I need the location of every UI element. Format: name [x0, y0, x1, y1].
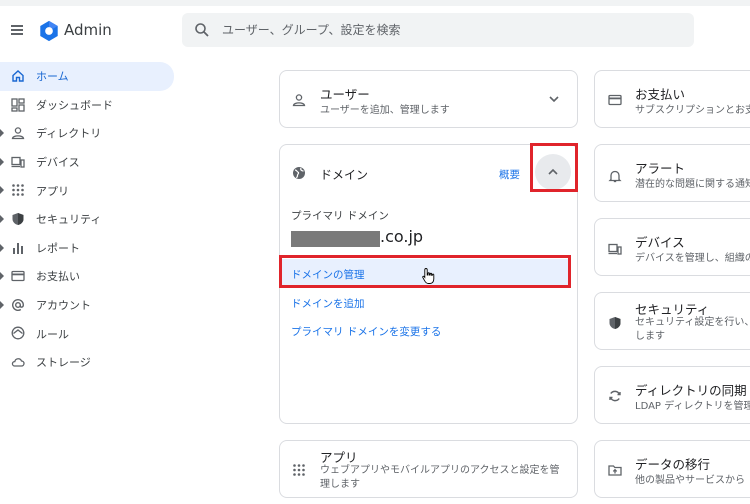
sidebar-item-label: ディレクトリ: [36, 127, 102, 141]
apps-grid-icon: [12, 184, 24, 197]
directory-sync-card-subtitle: LDAP ディレクトリを管理: [635, 401, 750, 412]
admin-logo-icon: [40, 20, 58, 42]
dashboard-icon: [11, 97, 25, 112]
sidebar-item-label: ホーム: [36, 70, 69, 84]
redacted-domain-name: [291, 231, 380, 247]
primary-domain-label: プライマリ ドメイン: [291, 210, 389, 222]
person-icon: [292, 94, 306, 107]
app-brand: Admin: [64, 21, 112, 39]
sidebar-item-devices[interactable]: デバイス: [0, 148, 180, 177]
sidebar-item-billing[interactable]: お支払い: [0, 262, 180, 291]
billing-card[interactable]: お支払い サブスクリプションとお支: [594, 70, 750, 128]
expand-caret-icon: [0, 272, 4, 281]
users-card-subtitle: ユーザーを追加、管理します: [320, 105, 450, 116]
bar-chart-icon: [13, 242, 23, 254]
credit-card-icon: [11, 271, 25, 282]
shield-icon: [12, 212, 24, 225]
home-icon: [12, 70, 24, 82]
at-icon: [12, 298, 25, 311]
change-primary-domain-link[interactable]: プライマリ ドメインを変更する: [291, 324, 441, 339]
sidebar-item-label: セキュリティ: [36, 213, 102, 227]
users-card[interactable]: ユーザー ユーザーを追加、管理します: [279, 70, 578, 128]
devices-icon: [608, 243, 622, 255]
search-bar[interactable]: [182, 13, 694, 47]
primary-domain-value: .co.jp: [380, 227, 424, 246]
chevron-down-icon[interactable]: [548, 93, 560, 105]
devices-card[interactable]: デバイス デバイスを管理し、組織の: [594, 218, 750, 276]
folder-upload-icon: [608, 465, 622, 476]
sidebar-item-label: アプリ: [36, 184, 69, 198]
sidebar-item-label: デバイス: [36, 156, 80, 170]
sync-icon: [609, 390, 621, 402]
security-card[interactable]: セキュリティ セキュリティ設定を行い、します: [594, 292, 750, 350]
expand-caret-icon: [0, 129, 4, 138]
add-domain-link[interactable]: ドメインを追加: [291, 296, 365, 311]
shield-icon: [609, 317, 621, 329]
highlight-manage-domains: [279, 255, 571, 288]
person-icon: [11, 127, 25, 140]
search-input[interactable]: [222, 21, 662, 39]
apps-card[interactable]: アプリ ウェブアプリやモバイルアプリのアクセスと設定を管理します: [279, 440, 578, 498]
data-migration-card-subtitle: 他の製品やサービスから: [635, 475, 745, 486]
expand-caret-icon: [0, 243, 4, 252]
globe-icon: [293, 167, 305, 179]
cloud-icon: [11, 358, 25, 367]
sidebar-item-storage[interactable]: ストレージ: [0, 348, 180, 377]
highlight-collapse-button: [530, 143, 578, 192]
sidebar-item-label: ルール: [36, 327, 69, 341]
security-card-subtitle: セキュリティ設定を行い、します: [635, 317, 750, 342]
credit-card-icon: [608, 94, 622, 106]
sidebar-item-rules[interactable]: ルール: [0, 319, 180, 348]
sidebar-item-label: ストレージ: [36, 356, 91, 370]
expand-caret-icon: [0, 214, 4, 223]
bell-icon: [608, 170, 622, 183]
sidebar-item-home[interactable]: ホーム: [0, 62, 174, 91]
alerts-card[interactable]: アラート 潜在的な問題に関する通知: [594, 144, 750, 202]
main-menu-button[interactable]: [9, 22, 25, 38]
search-icon: [195, 23, 209, 37]
sidebar-item-apps[interactable]: アプリ: [0, 176, 180, 205]
sidebar-item-label: ダッシュボード: [36, 98, 113, 112]
devices-icon: [11, 156, 25, 168]
alerts-card-subtitle: 潜在的な問題に関する通知: [635, 179, 750, 190]
apps-card-subtitle: ウェブアプリやモバイルアプリのアクセスと設定を管理します: [320, 465, 560, 490]
rules-icon: [11, 326, 25, 340]
sidebar-item-label: アカウント: [36, 299, 91, 313]
domain-overview-link[interactable]: 概要: [499, 167, 520, 182]
top-bar: Admin: [0, 0, 750, 60]
sidebar-item-account[interactable]: アカウント: [0, 291, 180, 320]
directory-sync-card[interactable]: ディレクトリの同期 LDAP ディレクトリを管理: [594, 366, 750, 424]
expand-caret-icon: [0, 300, 4, 309]
sidebar-item-reports[interactable]: レポート: [0, 234, 180, 263]
domain-card-title: ドメイン: [320, 168, 369, 182]
billing-card-subtitle: サブスクリプションとお支: [635, 105, 750, 116]
devices-card-subtitle: デバイスを管理し、組織の: [635, 253, 750, 264]
sidebar-item-security[interactable]: セキュリティ: [0, 205, 180, 234]
sidebar-item-label: レポート: [36, 241, 80, 255]
browser-edge: [0, 0, 750, 6]
data-migration-card[interactable]: データの移行 他の製品やサービスから: [594, 440, 750, 498]
apps-grid-icon: [293, 464, 305, 476]
sidebar-item-label: お支払い: [36, 270, 80, 284]
sidebar-nav: ホーム ダッシュボード ディレクトリ デバイス アプリ セキュリティ レポート …: [0, 62, 180, 377]
sidebar-item-directory[interactable]: ディレクトリ: [0, 119, 180, 148]
expand-caret-icon: [0, 157, 4, 166]
expand-caret-icon: [0, 186, 4, 195]
sidebar-item-dashboard[interactable]: ダッシュボード: [0, 91, 180, 120]
